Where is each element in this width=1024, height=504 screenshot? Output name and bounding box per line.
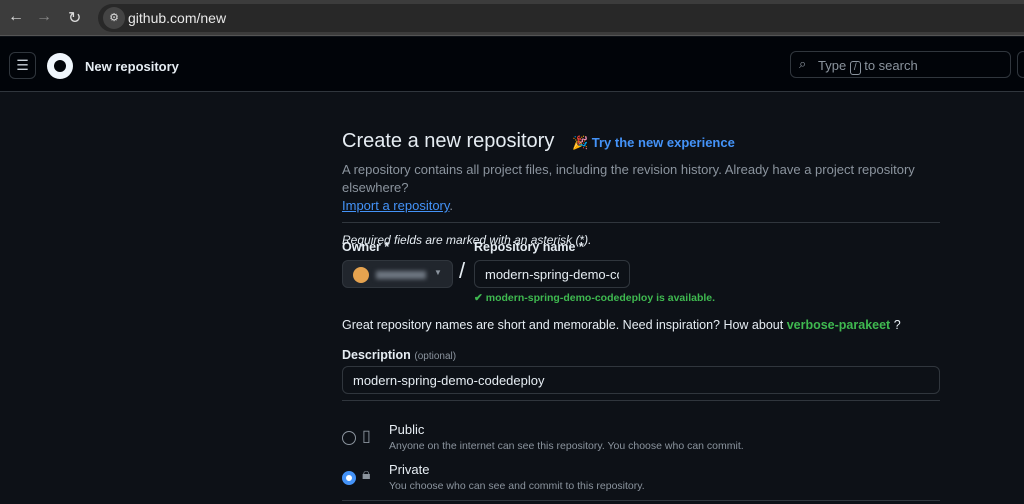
visibility-option-private[interactable]: 🔒︎ Private You choose who can see and com…	[342, 462, 940, 496]
import-repository-link[interactable]: Import a repository	[342, 198, 449, 213]
check-circle-icon: ✔	[474, 292, 483, 304]
divider	[342, 500, 940, 501]
inspiration-text: Great repository names are short and mem…	[342, 318, 901, 332]
github-logo-icon[interactable]	[47, 53, 73, 79]
page-subtitle: A repository contains all project files,…	[342, 162, 915, 213]
github-header: ☰ New repository ⌕ Type / to search	[0, 37, 1024, 92]
visibility-name: Private	[389, 462, 430, 477]
visibility-desc: You choose who can see and commit to thi…	[389, 480, 645, 492]
owner-dropdown[interactable]: ▼	[342, 260, 453, 288]
description-input[interactable]	[342, 366, 940, 394]
required-note: Required fields are marked with an aster…	[342, 233, 592, 247]
site-settings-icon[interactable]: ⚙	[103, 7, 125, 29]
menu-button[interactable]: ☰	[9, 52, 36, 79]
address-bar[interactable]: ⚙ github.com/new	[98, 4, 1024, 32]
reload-icon[interactable]: ↻	[68, 8, 81, 28]
visibility-name: Public	[389, 422, 425, 437]
owner-repo-separator: /	[459, 258, 466, 283]
back-icon[interactable]: ←	[8, 8, 24, 26]
avatar	[353, 267, 369, 283]
suggested-name-link[interactable]: verbose-parakeet	[787, 318, 891, 332]
search-placeholder: Type	[818, 58, 847, 73]
try-new-experience-link[interactable]: 🎉 Try the new experience	[572, 135, 735, 150]
divider	[342, 222, 940, 223]
private-radio[interactable]	[342, 471, 356, 485]
new-repo-form: Create a new repository 🎉 Try the new ex…	[342, 130, 940, 501]
visibility-desc: Anyone on the internet can see this repo…	[389, 440, 744, 452]
browser-toolbar: ← → ↻ ⚙ github.com/new	[0, 0, 1024, 36]
lock-icon: 🔒︎	[362, 466, 371, 483]
divider	[342, 400, 940, 401]
repo-icon: ▯	[362, 428, 371, 445]
party-icon: 🎉	[571, 135, 592, 150]
forward-icon[interactable]: →	[36, 8, 52, 26]
header-title: New repository	[85, 59, 179, 74]
repo-name-label: Repository name *	[474, 240, 584, 254]
owner-name-redacted	[376, 271, 426, 279]
availability-status: ✔ modern-spring-demo-codedeploy is avail…	[474, 292, 716, 304]
public-radio[interactable]	[342, 431, 356, 445]
owner-label: Owner *	[342, 240, 390, 254]
url-text: github.com/new	[128, 10, 227, 26]
page-title: Create a new repository	[342, 130, 555, 152]
description-label: Description (optional)	[342, 348, 457, 362]
header-button[interactable]	[1017, 51, 1024, 78]
chevron-down-icon: ▼	[434, 268, 442, 277]
search-icon: ⌕	[799, 56, 807, 71]
search-input[interactable]: ⌕ Type / to search	[790, 51, 1011, 78]
repo-name-input[interactable]	[474, 260, 630, 288]
visibility-option-public[interactable]: ▯ Public Anyone on the internet can see t…	[342, 422, 940, 456]
search-placeholder-suffix: to search	[864, 58, 918, 73]
search-shortcut-key: /	[849, 61, 861, 75]
